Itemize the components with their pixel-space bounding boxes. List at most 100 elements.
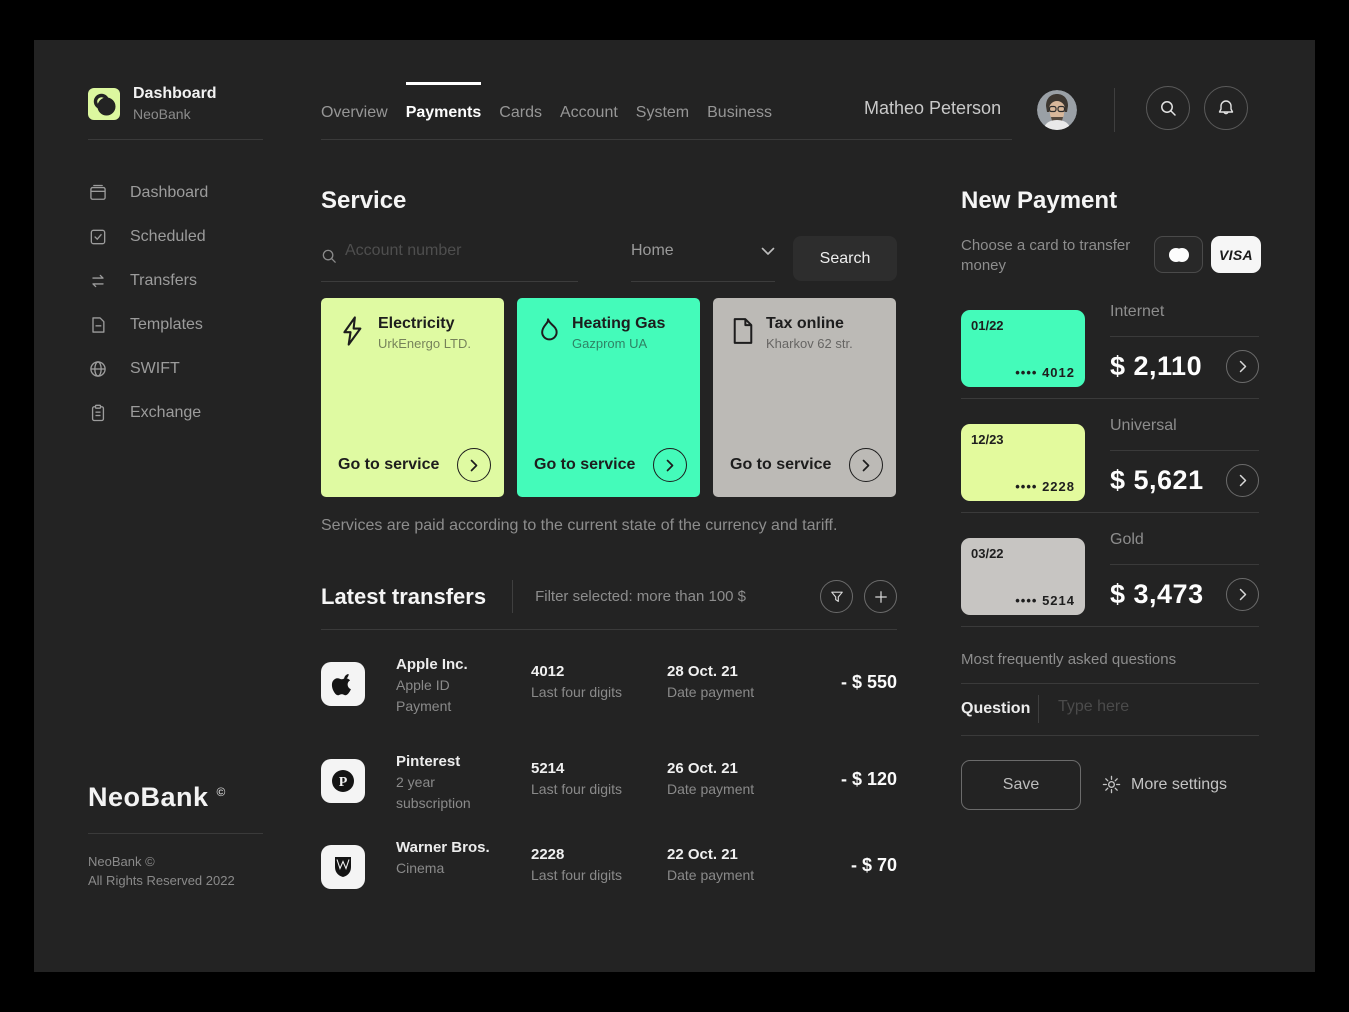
tab-payments[interactable]: Payments bbox=[406, 104, 482, 122]
sidebar-item-exchange[interactable]: Exchange bbox=[88, 401, 201, 425]
svg-text:P: P bbox=[339, 775, 348, 790]
tab-system[interactable]: System bbox=[636, 104, 689, 122]
header-divider-left bbox=[88, 139, 263, 140]
filter-icon bbox=[830, 590, 844, 604]
card-open-button[interactable] bbox=[1226, 464, 1259, 497]
footer-copyright: NeoBank © bbox=[88, 854, 155, 869]
merchant-logo: P bbox=[321, 759, 365, 803]
payment-card-gold[interactable]: 03/22 •••• 5214 bbox=[961, 538, 1085, 615]
visa-toggle[interactable]: VISA bbox=[1211, 236, 1261, 273]
warner-bros-logo-icon bbox=[333, 855, 353, 879]
card-expiry: 01/22 bbox=[971, 318, 1075, 333]
sidebar-label: Scheduled bbox=[130, 228, 206, 246]
apple-logo-icon bbox=[331, 671, 355, 697]
main-panel: Dashboard NeoBank Overview Payments Card… bbox=[34, 40, 1315, 972]
account-number-input[interactable] bbox=[345, 242, 591, 260]
new-payment-title: New Payment bbox=[961, 187, 1117, 215]
latest-transfers-title: Latest transfers bbox=[321, 584, 486, 610]
globe-icon bbox=[88, 359, 108, 379]
service-card-tax-online[interactable]: Tax online Kharkov 62 str. Go to service bbox=[713, 298, 896, 497]
card-open-button[interactable] bbox=[1226, 578, 1259, 611]
app-logo bbox=[88, 88, 120, 120]
question-input[interactable] bbox=[1058, 698, 1248, 716]
avatar[interactable] bbox=[1037, 90, 1077, 130]
card-digits-label: Last four digits bbox=[531, 867, 667, 883]
category-selected-value: Home bbox=[631, 242, 674, 260]
category-select[interactable]: Home bbox=[631, 242, 775, 260]
sidebar-label: SWIFT bbox=[130, 360, 180, 378]
chevron-right-icon bbox=[470, 459, 478, 472]
filter-button[interactable] bbox=[820, 580, 853, 613]
merchant-name: Pinterest bbox=[396, 753, 531, 770]
footer-brand: NeoBank © bbox=[88, 782, 226, 813]
card-name: Internet bbox=[1110, 303, 1259, 321]
payment-list-divider bbox=[961, 626, 1259, 627]
go-to-service-button[interactable] bbox=[849, 448, 883, 482]
sidebar-item-dashboard[interactable]: Dashboard bbox=[88, 181, 208, 205]
card-balance: $ 5,621 bbox=[1110, 465, 1204, 496]
sidebar-item-swift[interactable]: SWIFT bbox=[88, 357, 180, 381]
filter-selected-label: Filter selected: more than 100 $ bbox=[535, 588, 746, 605]
card-mask: •••• 2228 bbox=[1015, 479, 1075, 494]
merchant-logo bbox=[321, 845, 365, 889]
chevron-down-icon bbox=[761, 247, 775, 256]
tab-overview[interactable]: Overview bbox=[321, 104, 388, 122]
sidebar-label: Transfers bbox=[130, 272, 197, 290]
transfer-amount: - $ 120 bbox=[803, 769, 897, 790]
go-to-service-button[interactable] bbox=[457, 448, 491, 482]
payment-date: 26 Oct. 21 bbox=[667, 760, 803, 777]
service-search-button[interactable]: Search bbox=[793, 236, 897, 281]
payment-row-divider bbox=[961, 512, 1259, 513]
card-mask: •••• 5214 bbox=[1015, 593, 1075, 608]
mastercard-toggle[interactable] bbox=[1154, 236, 1203, 273]
lightning-icon bbox=[338, 315, 368, 347]
sidebar-item-transfers[interactable]: Transfers bbox=[88, 269, 197, 293]
category-select-underline bbox=[631, 281, 775, 282]
payment-card-internet[interactable]: 01/22 •••• 4012 bbox=[961, 310, 1085, 387]
transfer-row-apple[interactable]: Apple Inc. Apple ID Payment 4012 Last fo… bbox=[321, 662, 897, 706]
document-icon bbox=[730, 315, 756, 347]
card-divider bbox=[1110, 450, 1259, 451]
user-name[interactable]: Matheo Peterson bbox=[864, 98, 1012, 119]
plus-icon bbox=[874, 590, 888, 604]
transfer-row-warner-bros[interactable]: Warner Bros. Cinema 2228 Last four digit… bbox=[321, 845, 897, 889]
card-digits: 4012 bbox=[531, 663, 667, 680]
add-transfer-button[interactable] bbox=[864, 580, 897, 613]
service-card-title: Electricity bbox=[378, 315, 471, 333]
card-digits: 2228 bbox=[531, 846, 667, 863]
payment-date: 22 Oct. 21 bbox=[667, 846, 803, 863]
go-to-service-label: Go to service bbox=[534, 456, 635, 474]
transfer-row-pinterest[interactable]: P Pinterest 2 year subscription 5214 Las… bbox=[321, 759, 897, 803]
more-settings-label: More settings bbox=[1131, 776, 1227, 794]
scheduled-icon bbox=[88, 227, 108, 247]
top-nav: Overview Payments Cards Account System B… bbox=[321, 104, 772, 122]
tab-business[interactable]: Business bbox=[707, 104, 772, 122]
more-settings-button[interactable]: More settings bbox=[1102, 775, 1227, 794]
card-open-button[interactable] bbox=[1226, 350, 1259, 383]
dashboard-icon bbox=[88, 183, 108, 203]
tab-account[interactable]: Account bbox=[560, 104, 618, 122]
sidebar-item-scheduled[interactable]: Scheduled bbox=[88, 225, 206, 249]
transfer-amount: - $ 550 bbox=[803, 672, 897, 693]
sidebar-item-templates[interactable]: Templates bbox=[88, 313, 203, 337]
payment-card-universal[interactable]: 12/23 •••• 2228 bbox=[961, 424, 1085, 501]
chevron-right-icon bbox=[862, 459, 870, 472]
chevron-right-icon bbox=[1239, 588, 1247, 601]
service-card-heating-gas[interactable]: Heating Gas Gazprom UA Go to service bbox=[517, 298, 700, 497]
tab-cards[interactable]: Cards bbox=[499, 104, 542, 122]
service-card-electricity[interactable]: Electricity UrkEnergo LTD. Go to service bbox=[321, 298, 504, 497]
header-vertical-divider bbox=[1114, 88, 1115, 132]
search-icon bbox=[1159, 99, 1177, 117]
notifications-button[interactable] bbox=[1204, 86, 1248, 130]
card-expiry: 03/22 bbox=[971, 546, 1075, 561]
merchant-logo bbox=[321, 662, 365, 706]
card-mask: •••• 4012 bbox=[1015, 365, 1075, 380]
service-card-title: Heating Gas bbox=[572, 315, 665, 333]
search-button-header[interactable] bbox=[1146, 86, 1190, 130]
save-button[interactable]: Save bbox=[961, 760, 1081, 810]
service-title: Service bbox=[321, 187, 406, 215]
go-to-service-button[interactable] bbox=[653, 448, 687, 482]
merchant-name: Warner Bros. bbox=[396, 839, 531, 856]
card-divider bbox=[1110, 564, 1259, 565]
faq-label: Most frequently asked questions bbox=[961, 651, 1176, 668]
